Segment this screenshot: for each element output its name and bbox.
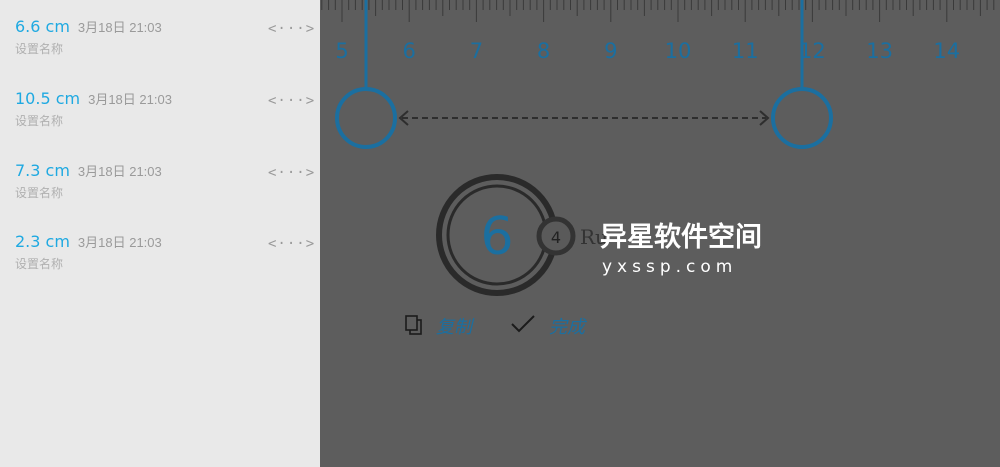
measure-arrow-icon: <···>: [268, 21, 316, 37]
measurement-timestamp: 3月18日 21:03: [77, 235, 162, 250]
history-item[interactable]: 10.5 cm 3月18日 21:03 设置名称 <···>: [0, 89, 320, 149]
set-name-label[interactable]: 设置名称: [15, 255, 63, 272]
ruler-ticks: [321, 0, 995, 22]
ruler-tick-label: 8: [537, 39, 550, 63]
measurement-history-sidebar: 6.6 cm 3月18日 21:03 设置名称 <···> 10.5 cm 3月18…: [0, 0, 320, 467]
ruler-tick-label: 14: [933, 39, 960, 63]
ruler-tick-labels: 5 6 7 8 9 10 11 12 13 14: [335, 39, 960, 63]
copy-label: 复制: [436, 317, 475, 338]
set-name-label[interactable]: 设置名称: [15, 112, 63, 129]
set-name-label[interactable]: 设置名称: [15, 40, 63, 57]
watermark-title: 异星软件空间: [600, 221, 762, 253]
measurement-fraction-value: 4: [551, 228, 561, 247]
measure-arrow-icon: <···>: [268, 236, 316, 252]
ruler-tick-label: 13: [866, 39, 893, 63]
set-name-label[interactable]: 设置名称: [15, 184, 63, 201]
left-handle[interactable]: [335, 87, 397, 149]
ruler-tick-label: 5: [335, 39, 348, 63]
ruler-tick-label: 11: [732, 39, 759, 63]
measurement-value: 6.6 cm: [15, 17, 70, 36]
history-item[interactable]: 7.3 cm 3月18日 21:03 设置名称 <···>: [0, 161, 320, 221]
measurement-timestamp: 3月18日 21:03: [88, 92, 172, 107]
measurement-timestamp: 3月18日 21:03: [77, 20, 162, 35]
ruler-tick-label: 6: [403, 39, 416, 63]
ruler-canvas[interactable]: 5 6 7 8 9 10 11 12 13 14 6 4 Ru 异星软件空间 yxssp.com …: [320, 0, 1000, 467]
measure-arrow-icon: <···>: [268, 93, 316, 109]
measurement-value: 7.3 cm: [15, 161, 70, 180]
history-item[interactable]: 2.3 cm 3月18日 21:03 设置名称 <···>: [0, 232, 320, 292]
check-icon: [511, 315, 535, 333]
copy-button[interactable]: 复制: [405, 315, 475, 338]
measure-arrow-icon: <···>: [268, 165, 316, 181]
measurement-timestamp: 3月18日 21:03: [77, 164, 162, 179]
ruler-tick-label: 7: [470, 39, 483, 63]
done-button[interactable]: 完成: [511, 315, 588, 338]
history-item[interactable]: 6.6 cm 3月18日 21:03 设置名称 <···>: [0, 17, 320, 77]
ruler-tick-label: 10: [665, 39, 692, 63]
measurement-value: 2.3 cm: [15, 232, 70, 251]
ruler-tick-label: 9: [604, 39, 617, 63]
watermark-url: yxssp.com: [602, 257, 737, 277]
done-label: 完成: [549, 317, 588, 338]
measurement-main-value: 6: [480, 207, 513, 267]
measurement-value: 10.5 cm: [15, 89, 81, 108]
right-handle[interactable]: [771, 87, 833, 149]
